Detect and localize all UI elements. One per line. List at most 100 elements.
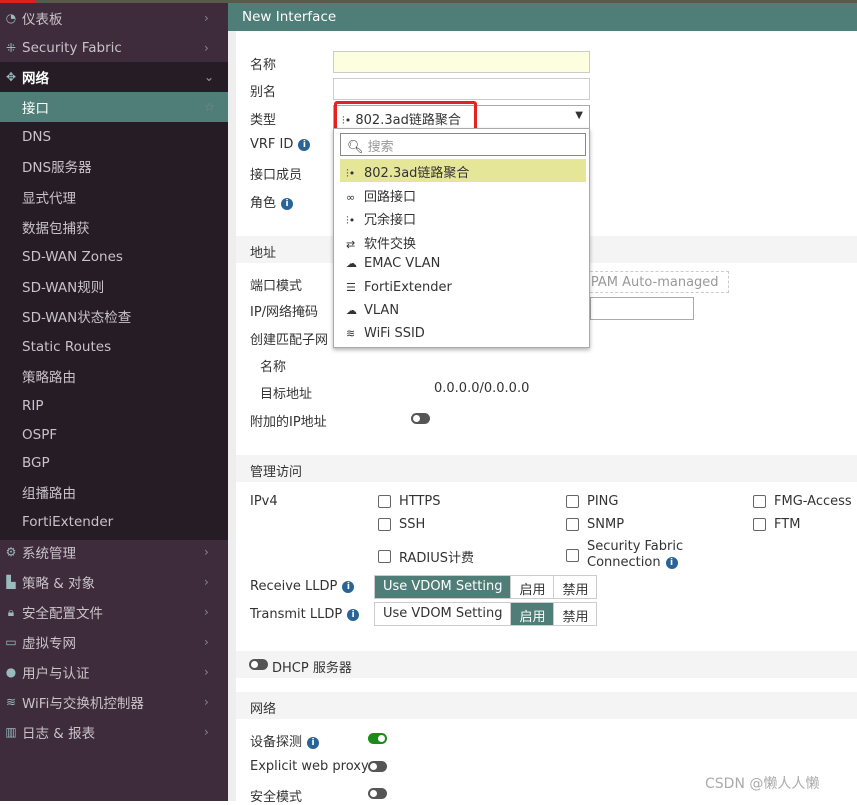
chevron-down-icon: ⌄: [204, 70, 215, 84]
ipam-button[interactable]: IPAM Auto-managed: [580, 271, 729, 293]
wifi-icon: ≋: [346, 327, 356, 340]
gear-icon: ⚙: [5, 545, 17, 559]
info-icon[interactable]: i: [298, 138, 311, 151]
cloud-icon: ☁: [346, 257, 357, 270]
sidebar-item[interactable]: ● 用户与认证 ›: [0, 657, 228, 687]
info-icon[interactable]: i: [665, 556, 678, 569]
sidebar-item[interactable]: ▥ 日志 & 报表 ›: [0, 717, 228, 747]
segment-button[interactable]: Use VDOM Setting: [375, 576, 512, 598]
segment-button[interactable]: 禁用: [554, 603, 596, 625]
sidebar-item[interactable]: ✥ 网络 ⌄: [0, 62, 228, 92]
sidebar-item-label: 日志 & 报表: [22, 726, 96, 742]
ipv4-label: IPv4: [250, 494, 278, 509]
segment-button[interactable]: 启用: [511, 576, 555, 598]
device-detect-toggle[interactable]: [368, 733, 387, 744]
dropdown-option[interactable]: ☁ EMAC VLAN: [340, 253, 586, 276]
sidebar-item-label: 系统管理: [22, 546, 76, 562]
sidebar-item-label: WiFi与交换机控制器: [22, 696, 144, 712]
subnet-label: 创建匹配子网: [250, 333, 329, 348]
wifi-icon: ≋: [5, 695, 17, 709]
sidebar-item[interactable]: RIP: [0, 391, 228, 421]
sidebar-item[interactable]: 策略路由: [0, 361, 228, 391]
sidebar-item[interactable]: Static Routes: [0, 332, 228, 362]
section-dhcp: DHCP 服务器: [236, 651, 857, 678]
dropdown-option[interactable]: ∞ 回路接口: [340, 183, 586, 206]
chart-icon: ▥: [5, 725, 17, 739]
proxy-toggle[interactable]: [368, 761, 387, 772]
secure-toggle[interactable]: [368, 788, 387, 799]
info-icon[interactable]: i: [307, 736, 320, 749]
star-icon[interactable]: ☆: [204, 100, 228, 114]
search-icon: 🔍︎: [347, 140, 364, 155]
fabric-icon: ⁜: [5, 41, 17, 55]
chevron-right-icon: ›: [204, 695, 209, 709]
segment-button[interactable]: 启用: [511, 603, 555, 625]
checkbox[interactable]: FMG-Access: [753, 494, 852, 509]
sidebar-item[interactable]: ⚙ 系统管理 ›: [0, 537, 228, 567]
cloud-icon: ☁: [346, 304, 357, 317]
sidebar-item[interactable]: ▭ 虚拟专网 ›: [0, 627, 228, 657]
dhcp-toggle[interactable]: [249, 659, 268, 670]
info-icon[interactable]: i: [281, 197, 294, 210]
info-icon[interactable]: i: [347, 608, 360, 621]
checkbox[interactable]: SSH: [378, 517, 425, 532]
watermark: CSDN @懒人人懒: [705, 776, 820, 792]
sidebar-item[interactable]: 显式代理: [0, 182, 228, 212]
dropdown-option[interactable]: ⫶• 802.3ad链路聚合: [340, 159, 586, 182]
sidebar-item[interactable]: 数据包捕获: [0, 212, 228, 242]
redundant-icon: ⫶•: [346, 214, 356, 227]
dropdown-option[interactable]: ☁ VLAN: [340, 300, 586, 323]
checkbox[interactable]: SNMP: [566, 517, 624, 532]
sidebar-item[interactable]: ▙ 策略 & 对象 ›: [0, 567, 228, 597]
checkbox[interactable]: HTTPS: [378, 494, 441, 509]
network-icon: ✥: [5, 70, 17, 84]
type-dropdown: 🔍︎ 搜索 ⫶• 802.3ad链路聚合 ∞ 回路接口 ⫶• 冗余接口 ⇄ 软件交换 ☁ EMAC…: [333, 128, 590, 348]
alias-input[interactable]: [333, 78, 590, 100]
members-label: 接口成员: [250, 168, 303, 183]
chevron-right-icon: ›: [204, 605, 209, 619]
sidebar-item-label: 仪表板: [22, 12, 63, 28]
sidebar-item[interactable]: ◔ 仪表板 ›: [0, 3, 228, 33]
checkbox[interactable]: RADIUS计费: [378, 547, 474, 566]
dropdown-option[interactable]: ☰ FortiExtender: [340, 277, 586, 300]
sidebar-item[interactable]: 🔒︎ 安全配置文件 ›: [0, 597, 228, 627]
sidebar-item[interactable]: SD-WAN状态检查: [0, 301, 228, 331]
dropdown-option[interactable]: ⇄ 软件交换: [340, 230, 586, 253]
checkbox[interactable]: PING: [566, 494, 618, 509]
sidebar-item[interactable]: SD-WAN Zones: [0, 242, 228, 272]
page-title: New Interface: [228, 3, 857, 31]
role-label: 角色 i: [250, 192, 294, 211]
segment-button[interactable]: 禁用: [554, 576, 596, 598]
tx-lldp-segmented: Use VDOM Setting 启用 禁用: [374, 602, 598, 626]
sidebar-item[interactable]: OSPF: [0, 420, 228, 450]
chevron-right-icon: ›: [204, 725, 209, 739]
search-input[interactable]: 🔍︎ 搜索: [340, 133, 586, 156]
shuffle-icon: ⇄: [346, 238, 356, 251]
name-input[interactable]: [333, 51, 590, 73]
checkbox[interactable]: FTM: [753, 517, 800, 532]
checkbox[interactable]: Security Fabric Connection i: [566, 539, 683, 571]
sidebar-item[interactable]: ⁜ Security Fabric ›: [0, 33, 228, 63]
sidebar-item-label: SD-WAN规则: [22, 280, 105, 296]
subnet-name-label: 名称: [260, 360, 287, 375]
sidebar-item[interactable]: DNS: [0, 122, 228, 152]
sidebar-item-label: 数据包捕获: [22, 221, 90, 237]
dashboard-icon: ◔: [5, 11, 17, 25]
sidebar-item-label: SD-WAN Zones: [22, 249, 123, 265]
mode-label: 端口模式: [250, 279, 303, 294]
sidebar-item[interactable]: DNS服务器: [0, 151, 228, 181]
sidebar-item[interactable]: ≋ WiFi与交换机控制器 ›: [0, 687, 228, 717]
info-icon[interactable]: i: [342, 580, 355, 593]
sidebar-item-label: 安全配置文件: [22, 606, 103, 622]
dropdown-option[interactable]: ≋ WiFi SSID: [340, 323, 586, 346]
sidebar-item[interactable]: BGP: [0, 448, 228, 478]
dropdown-option[interactable]: ⫶• 冗余接口: [340, 206, 586, 229]
sidebar-item[interactable]: FortiExtender: [0, 507, 228, 537]
segment-button[interactable]: Use VDOM Setting: [375, 603, 512, 625]
extra-ip-toggle[interactable]: [411, 413, 430, 424]
sidebar-item[interactable]: SD-WAN规则: [0, 271, 228, 301]
sidebar-item-label: 组播路由: [22, 486, 76, 502]
ip-input[interactable]: [590, 297, 694, 320]
sidebar-item[interactable]: 接口 ☆: [0, 92, 228, 122]
sidebar-item[interactable]: 组播路由: [0, 477, 228, 507]
